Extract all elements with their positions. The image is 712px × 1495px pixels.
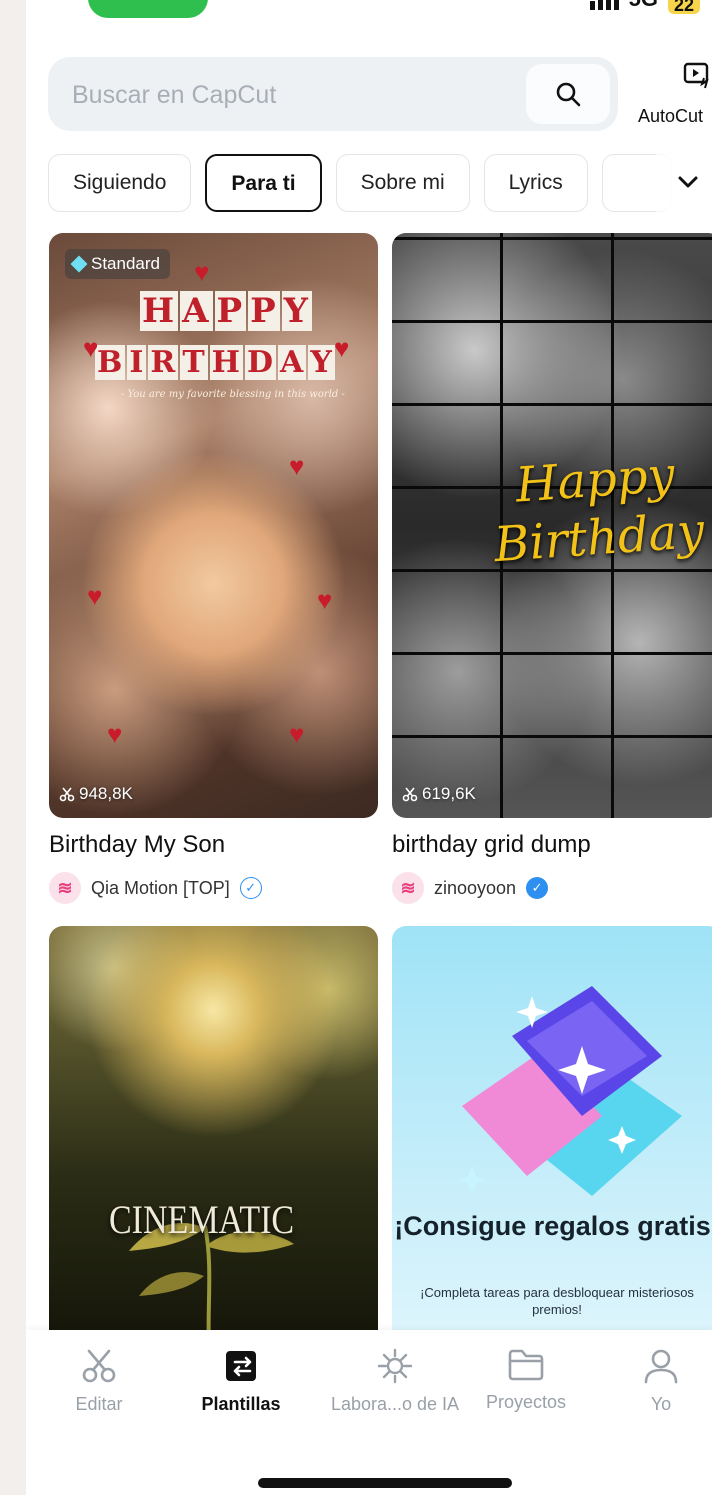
sprout-image: [129, 1222, 294, 1346]
nav-label: Proyectos: [485, 1392, 567, 1412]
diamond-icon: [70, 255, 88, 273]
bottom-navigation: Editar Plantillas Labora...o de IA Proye…: [26, 1330, 712, 1495]
ai-lab-icon: [377, 1348, 413, 1384]
card-author[interactable]: ≋ zinooyoon ✓: [392, 872, 549, 904]
category-tabs: Siguiendo Para ti Sobre mi Lyrics: [48, 154, 672, 212]
tab-lyrics[interactable]: Lyrics: [483, 154, 588, 212]
nav-proyectos[interactable]: Proyectos: [461, 1348, 591, 1413]
templates-icon: [226, 1351, 256, 1381]
search-icon: [556, 82, 581, 107]
card-title[interactable]: birthday grid dump: [392, 831, 591, 859]
tabs-expand-button[interactable]: [656, 154, 712, 212]
capcut-logo-avatar: ≋: [392, 872, 424, 904]
scissors-icon: [59, 787, 75, 802]
promo-title: ¡Consigue regalos gratis!: [394, 1211, 712, 1241]
overlay-cinematic: CINEMATIC: [109, 1197, 295, 1242]
signal-icon: [589, 0, 619, 10]
verified-badge-icon: ✓: [526, 877, 549, 899]
capcut-logo-avatar: ≋: [49, 872, 81, 904]
verified-badge-icon: ✓: [239, 877, 262, 899]
card-author[interactable]: ≋ Qia Motion [TOP] ✓: [49, 872, 262, 904]
card-title[interactable]: Birthday My Son: [49, 831, 225, 859]
heart-icon: ♥: [334, 333, 350, 363]
heart-icon: ♥: [87, 581, 103, 611]
tab-para-ti[interactable]: Para ti: [205, 154, 322, 212]
nav-label: Yo: [650, 1394, 672, 1414]
nav-plantillas[interactable]: Plantillas: [176, 1348, 306, 1415]
call-status-pill: [88, 0, 208, 18]
heart-icon: ♥: [194, 257, 210, 287]
home-indicator[interactable]: [258, 1478, 512, 1488]
nav-label: Labora...o de IA: [330, 1394, 460, 1414]
promo-subtitle: ¡Completa tareas para desbloquear mister…: [420, 1285, 694, 1317]
capcut-templates-screen: 5G 22 Buscar en CapCut AutoCut Siguiendo…: [26, 0, 712, 1495]
scissors-icon: [402, 787, 418, 802]
heart-icon: ♥: [107, 719, 123, 749]
autocut-icon: [683, 62, 709, 89]
standard-badge: Standard: [65, 249, 170, 279]
battery-level: 22: [667, 0, 700, 15]
usage-count: 619,6K: [402, 784, 476, 804]
chevron-down-icon: [678, 176, 698, 188]
overlay-happy-birthday: Happy Birthday: [492, 446, 706, 574]
template-card-birthday-my-son[interactable]: Standard HAPPY BIRTHDAY - You are my fav…: [49, 233, 378, 818]
profile-icon: [644, 1349, 678, 1384]
heart-icon: ♥: [289, 719, 305, 749]
search-input[interactable]: Buscar en CapCut: [48, 57, 618, 131]
badge-label: Standard: [91, 254, 160, 273]
promo-card-free-gifts[interactable]: ¡Consigue regalos gratis! ¡Completa tare…: [392, 926, 712, 1346]
search-button[interactable]: [526, 64, 610, 124]
author-name: Qia Motion [TOP]: [91, 877, 230, 898]
template-card-birthday-grid-dump[interactable]: Happy Birthday 619,6K: [392, 233, 712, 818]
nav-editar[interactable]: Editar: [34, 1348, 164, 1415]
overlay-birthday: BIRTHDAY: [95, 345, 335, 380]
overlay-subtitle: - You are my favorite blessing in this w…: [121, 389, 345, 400]
network-type: 5G: [629, 0, 658, 12]
scissors-icon: [82, 1349, 116, 1383]
heart-icon: ♥: [289, 451, 305, 481]
gift-stars-image: [458, 986, 682, 1196]
search-placeholder: Buscar en CapCut: [72, 81, 277, 109]
autocut-button[interactable]: AutoCut: [638, 60, 712, 126]
author-name: zinooyoon: [434, 877, 517, 898]
nav-label: Plantillas: [201, 1394, 281, 1414]
nav-laboratorio-ia[interactable]: Labora...o de IA: [320, 1348, 470, 1415]
tab-sobre-mi[interactable]: Sobre mi: [335, 154, 470, 212]
usage-count: 948,8K: [59, 784, 133, 804]
tab-siguiendo[interactable]: Siguiendo: [48, 154, 192, 212]
folder-icon: [508, 1349, 544, 1381]
autocut-label: AutoCut: [638, 106, 704, 126]
heart-icon: ♥: [83, 333, 99, 363]
status-bar-right: 5G 22: [589, 0, 700, 15]
template-card-cinematic[interactable]: CINEMATIC: [49, 926, 378, 1346]
overlay-happy: HAPPY: [140, 291, 312, 331]
heart-icon: ♥: [317, 585, 333, 615]
nav-label: Editar: [75, 1394, 123, 1414]
nav-yo[interactable]: Yo: [606, 1348, 712, 1415]
